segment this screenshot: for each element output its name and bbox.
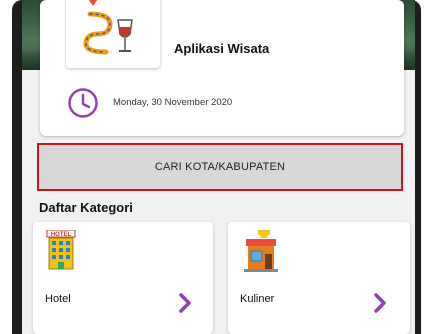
category-section-title: Daftar Kategori (39, 200, 133, 215)
app-screen: Aplikasi Wisata Monday, 30 November 2020… (22, 0, 415, 334)
app-logo (66, 0, 160, 68)
search-city-button[interactable]: CARI KOTA/KABUPATEN (37, 143, 403, 191)
route-wine-icon (83, 0, 133, 55)
category-card-hotel[interactable]: HOTEL Hotel (33, 222, 213, 334)
category-label-hotel: Hotel (45, 293, 71, 305)
category-card-kuliner[interactable]: Kuliner (228, 222, 410, 334)
restaurant-icon (244, 230, 278, 272)
category-label-kuliner: Kuliner (240, 293, 275, 305)
clock-icon (68, 88, 98, 118)
app-title: Aplikasi Wisata (174, 41, 270, 56)
current-date: Monday, 30 November 2020 (113, 97, 233, 108)
header-card: Aplikasi Wisata Monday, 30 November 2020 (40, 0, 404, 136)
chevron-right-icon (374, 293, 386, 313)
hotel-icon: HOTEL (46, 230, 76, 270)
svg-text:HOTEL: HOTEL (51, 232, 72, 238)
chevron-right-icon (179, 293, 191, 313)
